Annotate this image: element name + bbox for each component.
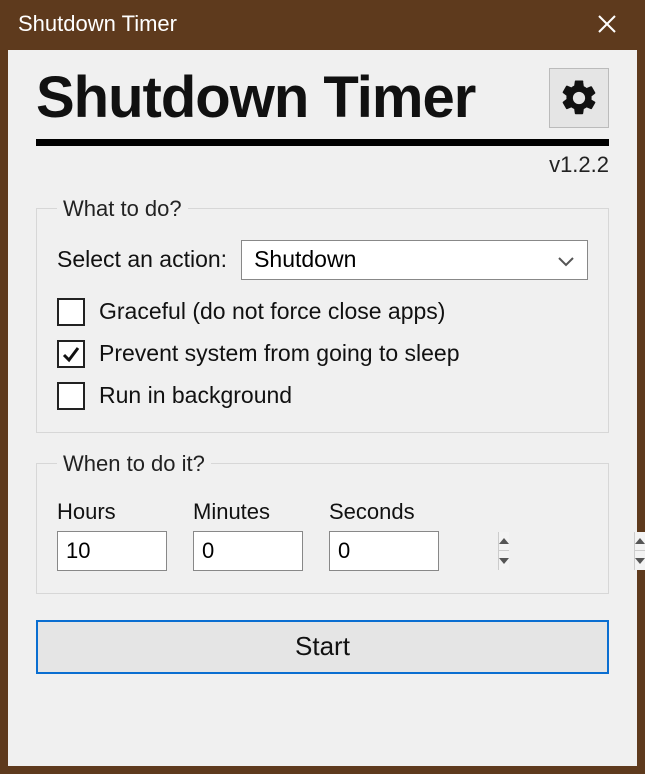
seconds-spinner-buttons [634,532,645,570]
close-button[interactable] [593,10,621,38]
settings-button[interactable] [549,68,609,128]
app-title: Shutdown Timer [36,68,475,129]
when-group: When to do it? Hours Minutes [36,451,609,594]
start-button[interactable]: Start [36,620,609,674]
minutes-label: Minutes [193,499,303,525]
seconds-column: Seconds [329,499,439,571]
seconds-input[interactable] [330,532,634,570]
graceful-label: Graceful (do not force close apps) [99,298,445,325]
seconds-down-button[interactable] [635,551,645,570]
gear-icon [558,77,600,119]
hours-label: Hours [57,499,167,525]
content-area: Shutdown Timer v1.2.2 What to do? Select… [8,50,637,766]
prevent-sleep-label: Prevent system from going to sleep [99,340,460,367]
caret-down-icon [635,558,645,564]
version-label: v1.2.2 [36,152,609,178]
what-to-do-group: What to do? Select an action: Shutdown G… [36,196,609,433]
app-window: Shutdown Timer Shutdown Timer v1.2.2 Wha… [0,0,645,774]
action-select[interactable]: Shutdown [241,240,588,280]
hours-stepper[interactable] [57,531,167,571]
run-background-label: Run in background [99,382,292,409]
seconds-up-button[interactable] [635,532,645,552]
caret-up-icon [635,538,645,544]
action-select-value: Shutdown [254,246,356,273]
graceful-row: Graceful (do not force close apps) [57,298,588,326]
graceful-checkbox[interactable] [57,298,85,326]
action-row: Select an action: Shutdown [57,240,588,280]
run-background-checkbox[interactable] [57,382,85,410]
prevent-sleep-row: Prevent system from going to sleep [57,340,588,368]
titlebar: Shutdown Timer [6,6,639,50]
window-title: Shutdown Timer [18,11,177,37]
minutes-column: Minutes [193,499,303,571]
prevent-sleep-checkbox[interactable] [57,340,85,368]
when-legend: When to do it? [57,451,211,477]
seconds-label: Seconds [329,499,439,525]
minutes-stepper[interactable] [193,531,303,571]
start-button-label: Start [295,631,350,662]
hours-column: Hours [57,499,167,571]
time-columns: Hours Minutes [57,499,588,571]
header-row: Shutdown Timer [36,68,609,129]
run-background-row: Run in background [57,382,588,410]
header-divider [36,139,609,146]
what-to-do-legend: What to do? [57,196,188,222]
chevron-down-icon [557,246,575,273]
select-action-label: Select an action: [57,246,227,273]
close-icon [596,13,618,35]
seconds-stepper[interactable] [329,531,439,571]
